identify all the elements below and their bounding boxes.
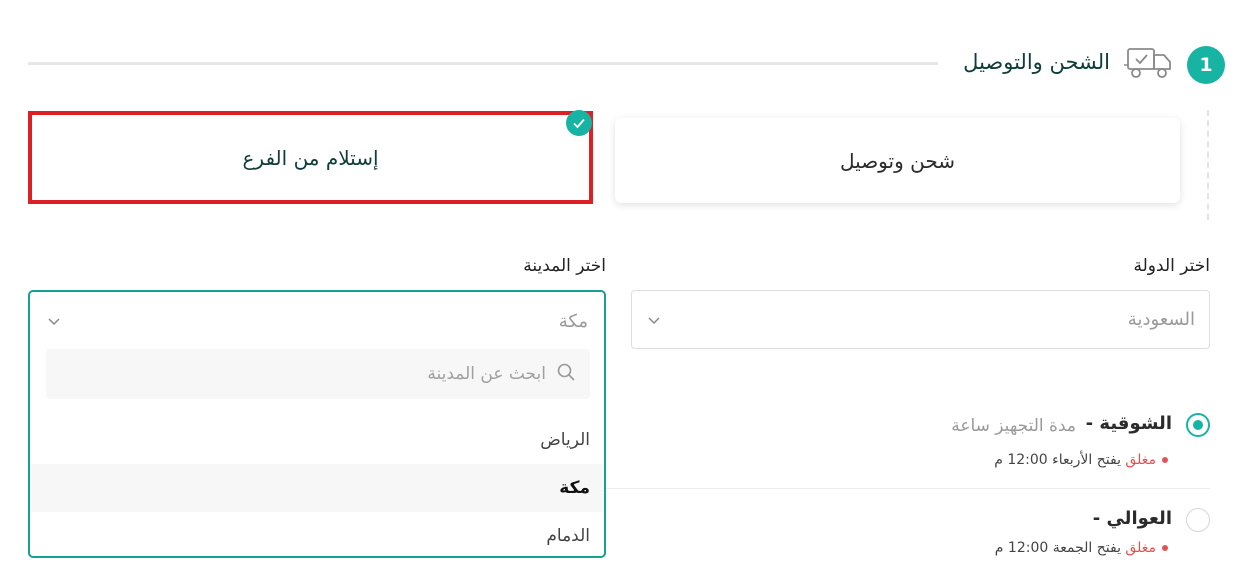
city-dropdown[interactable]: مكة الرياض مكة الدمام <box>28 290 606 558</box>
country-select[interactable]: السعودية <box>631 290 1210 349</box>
step-connector <box>1207 110 1209 220</box>
branch-name[interactable]: العوالي - <box>1093 508 1172 529</box>
shipping-option-card[interactable]: شحن وتوصيل <box>615 118 1180 203</box>
branch-name[interactable]: الشوقية - <box>1086 413 1172 434</box>
country-select-value: السعودية <box>1127 309 1195 330</box>
search-icon <box>556 362 576 386</box>
city-option-riyadh[interactable]: الرياض <box>30 416 604 464</box>
city-search-input[interactable] <box>66 364 546 384</box>
branch-opening-time: يفتح الأربعاء 12:00 م <box>994 452 1121 468</box>
closed-dot-icon <box>1162 545 1168 551</box>
pickup-option-label: إستلام من الفرع <box>242 145 379 170</box>
step-divider <box>28 62 938 65</box>
branch-status: مغلق يفتح الجمعة 12:00 م <box>995 540 1168 556</box>
radio-dot <box>1193 420 1203 430</box>
city-label: اختر المدينة <box>523 256 606 276</box>
country-label: اختر الدولة <box>1133 256 1210 276</box>
branch-status-closed: مغلق <box>1125 540 1156 556</box>
branch-status: مغلق يفتح الأربعاء 12:00 م <box>994 452 1168 468</box>
branch-radio-awali[interactable] <box>1186 508 1210 532</box>
chevron-down-icon <box>46 313 62 329</box>
branch-opening-time: يفتح الجمعة 12:00 م <box>994 540 1121 556</box>
truck-icon <box>1124 45 1174 81</box>
closed-dot-icon <box>1162 457 1168 463</box>
city-select-header[interactable]: مكة <box>30 292 604 350</box>
branch-divider <box>606 488 1210 489</box>
branch-radio-shawqiyah[interactable] <box>1186 413 1210 437</box>
shipping-option-label: شحن وتوصيل <box>840 148 955 173</box>
pickup-option-card[interactable]: إستلام من الفرع <box>28 111 593 204</box>
step-number-badge: 1 <box>1187 46 1225 84</box>
city-option-makkah[interactable]: مكة <box>30 464 604 512</box>
branch-status-closed: مغلق <box>1125 452 1156 468</box>
selected-check-icon <box>566 110 592 136</box>
branch-prep-time: مدة التجهيز ساعة <box>951 416 1076 436</box>
city-option-dammam[interactable]: الدمام <box>30 512 604 560</box>
step-title: الشحن والتوصيل <box>963 50 1110 74</box>
city-search-box[interactable] <box>46 349 590 399</box>
chevron-down-icon <box>646 312 662 328</box>
city-select-value: مكة <box>558 310 588 332</box>
